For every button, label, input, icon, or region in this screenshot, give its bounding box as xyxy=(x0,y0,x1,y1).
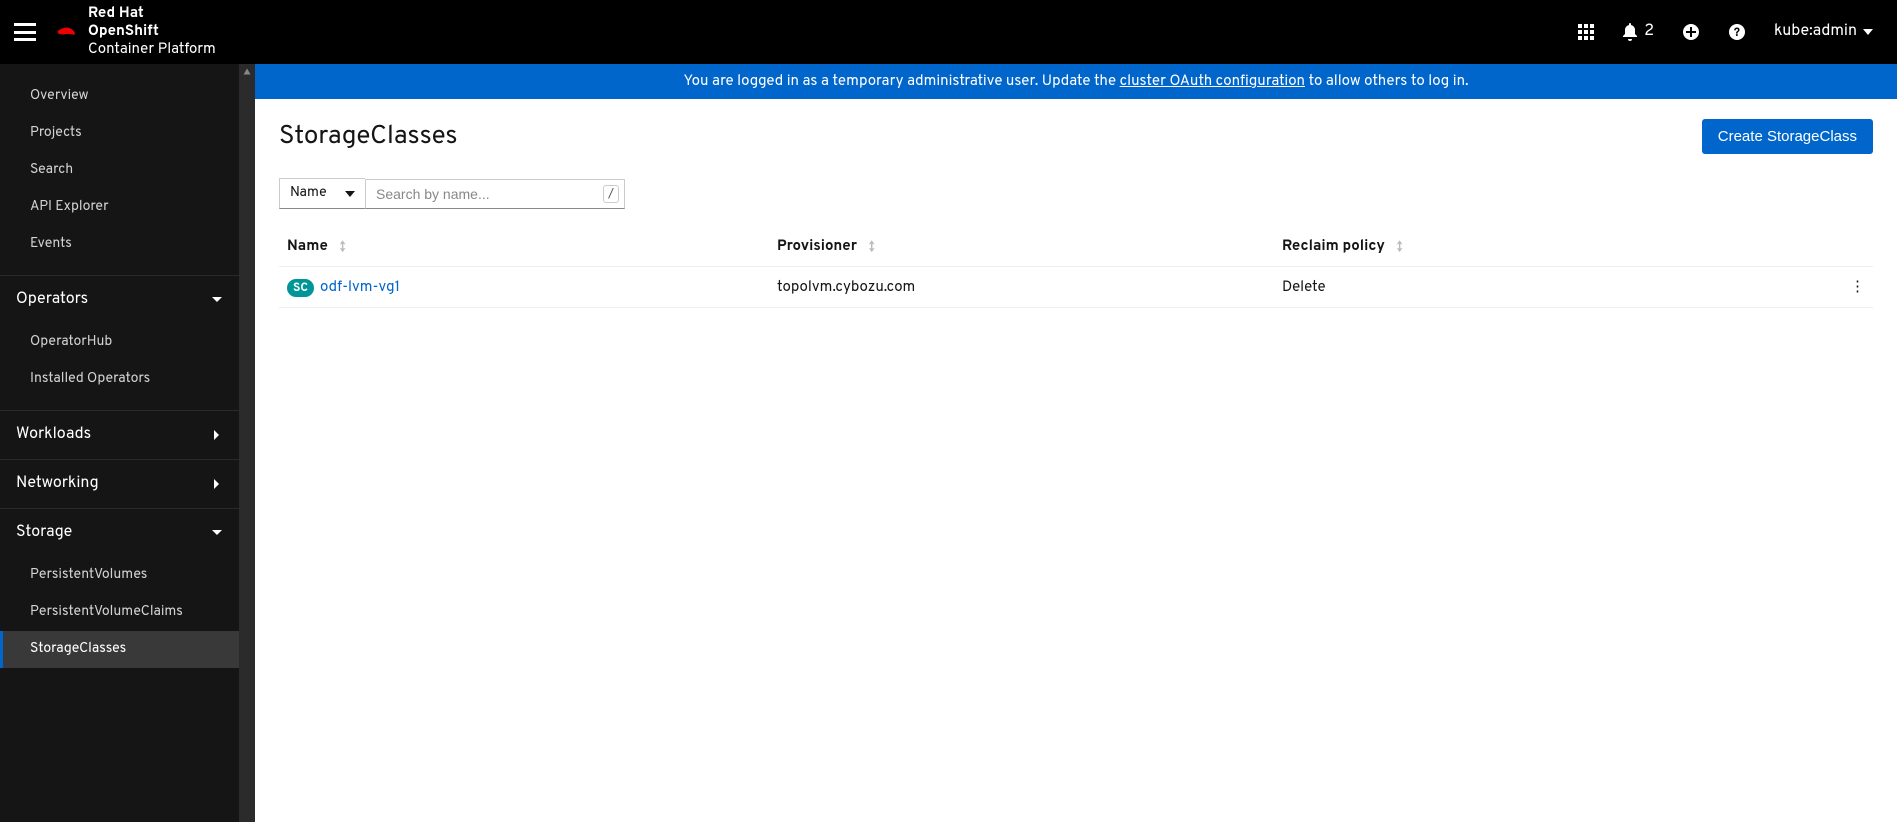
cell-reclaim: Delete xyxy=(1274,267,1823,308)
bell-icon xyxy=(1622,23,1638,41)
sidebar-nav: Home Overview Projects Search API Explor… xyxy=(0,64,239,822)
row-actions-kebab[interactable]: ⋮ xyxy=(1823,267,1873,308)
info-banner: You are logged in as a temporary adminis… xyxy=(255,64,1897,99)
sort-icon: ↕ xyxy=(340,239,346,255)
cell-name: SC odf-lvm-vg1 xyxy=(279,267,769,308)
caret-down-icon xyxy=(345,191,355,197)
sort-icon: ↕ xyxy=(1397,239,1403,255)
brand-text: Red Hat OpenShift Container Platform xyxy=(88,5,216,59)
help-button[interactable]: ? xyxy=(1728,23,1746,41)
nav-section-networking[interactable]: Networking xyxy=(0,459,239,508)
notifications-button[interactable]: 2 xyxy=(1622,22,1654,42)
nav-section-networking-label: Networking xyxy=(16,474,99,494)
col-header-reclaim-label: Reclaim policy xyxy=(1282,237,1385,256)
storageclass-table: Name ↕ Provisioner ↕ Reclaim policy ↕ xyxy=(279,227,1873,308)
create-storageclass-button[interactable]: Create StorageClass xyxy=(1702,119,1873,154)
top-header: Red Hat OpenShift Container Platform 2 xyxy=(0,0,1897,64)
nav-section-storage-label: Storage xyxy=(16,523,72,543)
storageclass-link[interactable]: odf-lvm-vg1 xyxy=(320,278,400,297)
cell-provisioner: topolvm.cybozu.com xyxy=(769,267,1274,308)
hamburger-icon xyxy=(14,23,36,41)
search-wrapper: / xyxy=(365,179,625,209)
sidebar-item-persistentvolumeclaims[interactable]: PersistentVolumeClaims xyxy=(0,594,239,631)
nav-section-workloads[interactable]: Workloads xyxy=(0,410,239,459)
banner-suffix: to allow others to log in. xyxy=(1305,72,1469,91)
brand-line3: Container Platform xyxy=(88,40,216,59)
nav-section-workloads-label: Workloads xyxy=(16,425,91,445)
nav-operators-items: OperatorHub Installed Operators xyxy=(0,324,239,410)
sidebar-item-storageclasses[interactable]: StorageClasses xyxy=(0,631,239,668)
resource-badge: SC xyxy=(287,279,314,297)
sidebar-scrollbar[interactable]: ▲ xyxy=(239,64,255,822)
filter-toolbar: Name / xyxy=(279,178,1873,209)
sidebar-item-events[interactable]: Events xyxy=(0,226,239,263)
sidebar-item-search[interactable]: Search xyxy=(0,152,239,189)
nav-section-operators[interactable]: Operators xyxy=(0,275,239,324)
user-menu[interactable]: kube:admin xyxy=(1774,22,1881,42)
sidebar-item-api-explorer[interactable]: API Explorer xyxy=(0,189,239,226)
col-header-reclaim[interactable]: Reclaim policy ↕ xyxy=(1274,227,1823,267)
user-name: kube:admin xyxy=(1774,22,1857,42)
chevron-down-icon xyxy=(211,294,223,306)
nav-section-operators-label: Operators xyxy=(16,290,88,310)
chevron-right-icon xyxy=(211,478,223,490)
col-header-provisioner-label: Provisioner xyxy=(777,237,857,256)
redhat-icon xyxy=(54,23,80,41)
col-header-name[interactable]: Name ↕ xyxy=(279,227,769,267)
sidebar-item-installed-operators[interactable]: Installed Operators xyxy=(0,361,239,398)
plus-circle-icon xyxy=(1682,23,1700,41)
kebab-icon: ⋮ xyxy=(1850,278,1865,297)
page-header: StorageClasses Create StorageClass xyxy=(279,119,1873,154)
table-row: SCodf-lvm-vg1 topolvm.cybozu.com Delete … xyxy=(279,267,1873,308)
page-title: StorageClasses xyxy=(279,120,458,153)
scroll-up-icon[interactable]: ▲ xyxy=(239,64,255,80)
search-shortcut-hint: / xyxy=(603,185,619,203)
svg-text:?: ? xyxy=(1734,25,1740,41)
brand-line1: Red Hat xyxy=(88,4,144,23)
grid-icon xyxy=(1578,24,1594,40)
sidebar-item-projects[interactable]: Projects xyxy=(0,115,239,152)
sort-icon: ↕ xyxy=(869,239,875,255)
col-header-actions xyxy=(1823,227,1873,267)
chevron-down-icon xyxy=(211,527,223,539)
sidebar-item-operatorhub[interactable]: OperatorHub xyxy=(0,324,239,361)
apps-launcher[interactable] xyxy=(1578,24,1594,40)
filter-type-label: Name xyxy=(290,185,327,202)
chevron-right-icon xyxy=(211,429,223,441)
banner-prefix: You are logged in as a temporary adminis… xyxy=(683,72,1119,91)
add-button[interactable] xyxy=(1682,23,1700,41)
search-input[interactable] xyxy=(365,179,625,209)
nav-home-items: Overview Projects Search API Explorer Ev… xyxy=(0,64,239,275)
question-circle-icon: ? xyxy=(1728,23,1746,41)
header-actions: 2 ? xyxy=(1578,22,1746,42)
table-header-row: Name ↕ Provisioner ↕ Reclaim policy ↕ xyxy=(279,227,1873,267)
nav-section-storage[interactable]: Storage xyxy=(0,508,239,557)
page-content: StorageClasses Create StorageClass Name … xyxy=(255,99,1897,328)
caret-down-icon xyxy=(1863,29,1873,35)
nav-storage-items: PersistentVolumes PersistentVolumeClaims… xyxy=(0,557,239,680)
notification-count: 2 xyxy=(1644,22,1654,42)
sidebar-item-persistentvolumes[interactable]: PersistentVolumes xyxy=(0,557,239,594)
sidebar-container: Home Overview Projects Search API Explor… xyxy=(0,64,255,822)
col-header-provisioner[interactable]: Provisioner ↕ xyxy=(769,227,1274,267)
col-header-name-label: Name xyxy=(287,237,328,256)
menu-toggle[interactable] xyxy=(0,0,50,64)
brand-line2: OpenShift xyxy=(88,22,159,41)
brand-logo[interactable]: Red Hat OpenShift Container Platform xyxy=(54,5,216,59)
filter-type-dropdown[interactable]: Name xyxy=(279,178,365,209)
main-content: You are logged in as a temporary adminis… xyxy=(255,64,1897,822)
banner-link[interactable]: cluster OAuth configuration xyxy=(1120,72,1305,91)
sidebar-item-overview[interactable]: Overview xyxy=(0,78,239,115)
